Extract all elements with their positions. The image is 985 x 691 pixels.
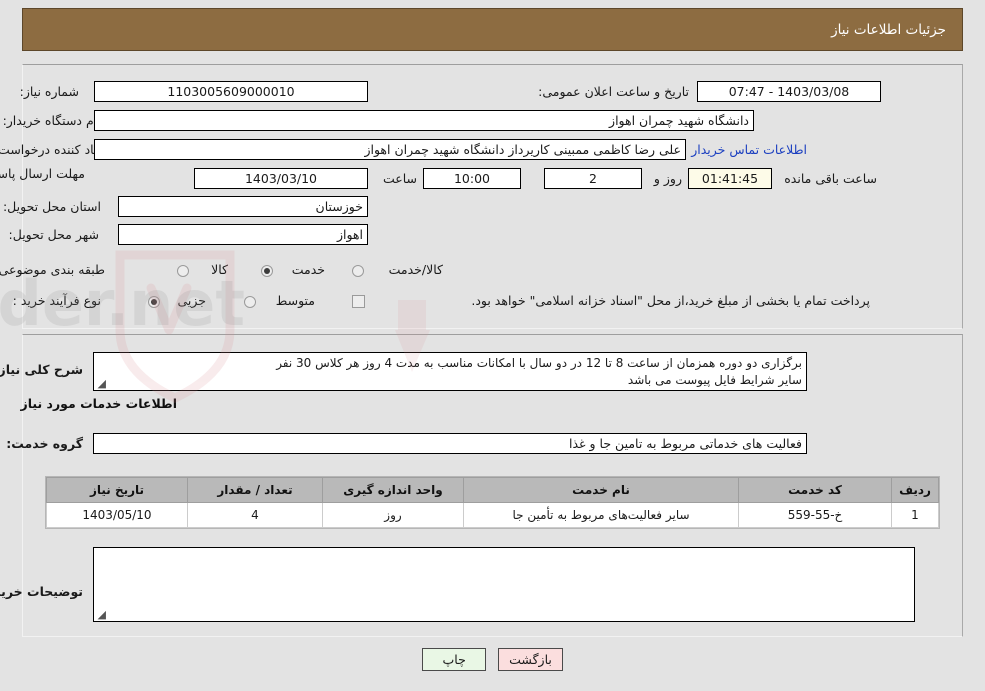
province-value: خوزستان (118, 196, 368, 217)
radio-process-motevaset[interactable] (244, 296, 256, 308)
classification-label: طبقه بندی موضوعی: (0, 262, 105, 277)
th-need-date: تاریخ نیاز (46, 477, 188, 503)
buyer-org-label: نام دستگاه خریدار: (2, 113, 101, 128)
cell-service-name: سایر فعالیت‌های مربوط به تأمین جا (463, 502, 739, 528)
buyer-notes-value[interactable]: ◢ (93, 547, 915, 622)
services-table: ردیف کد خدمت نام خدمت واحد اندازه گیری ت… (46, 477, 939, 528)
back-button[interactable]: بازگشت (498, 648, 563, 671)
remaining-time-label: ساعت باقی مانده (784, 171, 877, 186)
classification-option-label-2: کالا/خدمت (388, 262, 443, 277)
process-type-label: نوع فرآیند خرید : (12, 293, 101, 308)
deadline-date-value: 1403/03/10 (194, 168, 368, 189)
radio-classification-kala-khedmat[interactable] (352, 265, 364, 277)
deadline-hour-label: ساعت (382, 171, 417, 186)
action-buttons: بازگشت چاپ (0, 648, 985, 671)
requester-label: ایجاد کننده درخواست: (0, 142, 109, 157)
general-description-label: شرح کلی نیاز: (0, 362, 83, 377)
process-type-option-label-1: متوسط (275, 293, 315, 308)
buyer-contact-link[interactable]: اطلاعات تماس خریدار (691, 142, 807, 157)
remaining-days-value: 2 (544, 168, 642, 189)
remaining-time-value: 01:41:45 (688, 168, 772, 189)
service-group-label: گروه خدمت: (6, 436, 83, 451)
cell-service-code: خ-55-559 (738, 502, 892, 528)
cell-unit: روز (322, 502, 464, 528)
buyer-org-value: دانشگاه شهید چمران اهواز (94, 110, 754, 131)
print-button[interactable]: چاپ (422, 648, 487, 671)
cell-need-date: 1403/05/10 (46, 502, 188, 528)
need-number-value: 1103005609000010 (94, 81, 368, 102)
service-group-value: فعالیت های خدماتی مربوط به تامین جا و غذ… (93, 433, 807, 454)
page-root: AriaTender.net جزئیات اطلاعات نیاز شماره… (0, 0, 985, 691)
city-value: اهواز (118, 224, 368, 245)
table-row: 1 خ-55-559 سایر فعالیت‌های مربوط به تأمی… (46, 502, 939, 528)
th-quantity: تعداد / مقدار (187, 477, 323, 503)
radio-classification-kala[interactable] (177, 265, 189, 277)
buyer-notes-label: توضیحات خریدار: (0, 584, 83, 599)
classification-option-label-1: خدمت (291, 262, 325, 277)
th-row-no: ردیف (891, 477, 939, 503)
th-service-code: کد خدمت (738, 477, 892, 503)
treasury-documents-checkbox[interactable] (352, 295, 365, 308)
resize-grip-icon[interactable]: ◢ (96, 378, 106, 389)
page-header-bar: جزئیات اطلاعات نیاز (22, 8, 963, 51)
services-section-title: اطلاعات خدمات مورد نیاز (20, 396, 178, 411)
process-type-option-label-0: جزیی (177, 293, 206, 308)
need-number-label: شماره نیاز: (19, 84, 79, 99)
general-description-text: برگزاری دو دوره همزمان از ساعت 8 تا 12 د… (276, 356, 802, 387)
cell-row-no: 1 (891, 502, 939, 528)
general-description-value[interactable]: برگزاری دو دوره همزمان از ساعت 8 تا 12 د… (93, 352, 807, 391)
deadline-hour-value: 10:00 (423, 168, 521, 189)
th-service-name: نام خدمت (463, 477, 739, 503)
radio-process-jozee[interactable] (148, 296, 160, 308)
announce-datetime-label: تاریخ و ساعت اعلان عمومی: (538, 84, 689, 99)
resize-grip-icon[interactable]: ◢ (96, 609, 106, 620)
announce-datetime-value: 1403/03/08 - 07:47 (697, 81, 881, 102)
remaining-days-label: روز و (653, 171, 682, 186)
cell-quantity: 4 (187, 502, 323, 528)
th-unit: واحد اندازه گیری (322, 477, 464, 503)
deadline-label: مهلت ارسال پاسخ: تا تاریخ: (0, 166, 85, 181)
page-title: جزئیات اطلاعات نیاز (831, 21, 946, 38)
table-header-row: ردیف کد خدمت نام خدمت واحد اندازه گیری ت… (46, 477, 939, 503)
requester-value: علی رضا کاظمی ممبینی کاریرداز دانشگاه شه… (94, 139, 686, 160)
classification-option-label-0: کالا (211, 262, 228, 277)
province-label: استان محل تحویل: (2, 199, 101, 214)
city-label: شهر محل تحویل: (8, 227, 99, 242)
treasury-note-text: پرداخت تمام یا بخشی از مبلغ خرید،از محل … (471, 293, 870, 308)
radio-classification-khedmat[interactable] (261, 265, 273, 277)
